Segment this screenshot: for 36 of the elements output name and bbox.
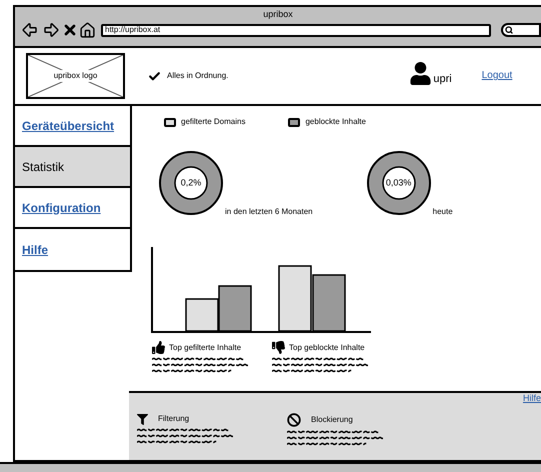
donut-caption: heute (432, 206, 453, 218)
check-icon (148, 70, 161, 84)
search-field[interactable] (501, 23, 541, 37)
prohibited-icon (287, 413, 301, 427)
donut-chart-drawing (159, 151, 223, 215)
filter-icon (137, 414, 148, 424)
donut-value: 0,03% (386, 178, 412, 188)
home-icon[interactable] (79, 22, 96, 38)
chart-bar (218, 285, 252, 332)
address-field[interactable]: http://upribox.at (101, 24, 491, 36)
list-title: Top gefilterte Inhalte (169, 342, 242, 354)
donut-chart-drawing (366, 151, 431, 215)
back-icon[interactable] (21, 21, 39, 39)
section-title: Filterung (158, 413, 190, 425)
list-title: Top geblockte Inhalte (289, 342, 365, 354)
logout-link[interactable]: Logout (482, 68, 512, 84)
help-link[interactable]: Hilfe (522, 392, 541, 406)
chart-bar (278, 265, 312, 332)
logo-label: upribox logo (52, 70, 98, 82)
status-text: Alles in Ordnung. (167, 70, 228, 82)
legend-label: gefilterte Domains (181, 116, 246, 128)
donut-value: 0,2% (180, 178, 202, 188)
chart-bar (185, 298, 219, 332)
user-name: upri (433, 72, 452, 87)
forward-icon[interactable] (42, 21, 60, 39)
section-title: Blockierung (311, 414, 353, 426)
close-icon[interactable] (62, 22, 78, 38)
sidebar-item[interactable]: Statistik (15, 147, 130, 188)
window-title: upribox (262, 8, 294, 20)
chart-bar (312, 274, 346, 332)
thumbs-down-icon (272, 341, 285, 354)
search-icon (505, 26, 513, 34)
donut-caption: in den letzten 6 Monaten (225, 206, 313, 218)
legend-label: geblockte Inhalte (305, 116, 366, 128)
thumbs-up-icon (152, 341, 165, 354)
user-icon (409, 62, 432, 86)
